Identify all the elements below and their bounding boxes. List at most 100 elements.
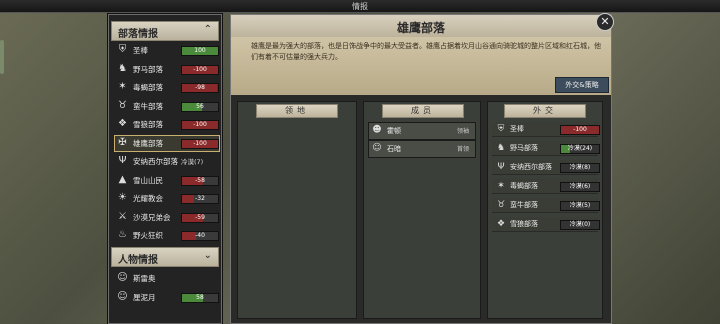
chevron-down-icon: ⌄	[203, 250, 212, 261]
antler-icon: Ψ	[497, 162, 505, 172]
person-list-item[interactable]: ☺ 斯雷奥	[115, 271, 219, 286]
scorpion-icon: ✶	[118, 81, 127, 92]
relation-value: -100	[193, 139, 207, 147]
relation-bar: -100	[560, 125, 600, 135]
bull-icon: ♉	[496, 200, 506, 210]
diplomacy-strategy-button[interactable]: 外交&策略	[555, 77, 609, 93]
tribe-list-item[interactable]: ⚔ 沙漠兄弟会 -59	[115, 210, 219, 225]
close-icon[interactable]: ✕	[596, 13, 614, 31]
tribe-name: 雪山山民	[133, 175, 163, 185]
relation-value: 100	[194, 47, 206, 54]
tribe-name: 圣棒	[133, 46, 148, 55]
person-icon: ☺	[117, 272, 128, 283]
tribe-title: 雄鹰部落	[396, 21, 445, 35]
tribe-name: 毒蝎部落	[133, 83, 163, 92]
member-item[interactable]: ☻ 霍顿 领袖	[368, 122, 476, 140]
relation-label: 冷漠(8)	[569, 164, 591, 171]
tribe-list-item[interactable]: ☀ 光耀教会 -32	[115, 191, 219, 206]
relation-bar: 冷漠(5)	[560, 201, 600, 211]
horse-icon: ♞	[118, 62, 127, 74]
relation-bar: -100	[181, 64, 219, 75]
diplomacy-item[interactable]: ❖ 雪狼部落 冷漠(0)	[492, 217, 600, 232]
person-list-item[interactable]: ☺ 厘泥月 58	[115, 290, 219, 305]
relation-value: -100	[193, 65, 207, 73]
shield-icon: ⛨	[497, 124, 505, 134]
tribe-list-item[interactable]: ✠ 雄鹰部落 -100	[114, 134, 220, 152]
member-item[interactable]: ☺ 石暗 首领	[368, 140, 476, 158]
tribes-section-header[interactable]: 部落情报 ⌃	[111, 21, 219, 41]
relation-bar: -58	[181, 175, 219, 186]
relation-bar: -40	[181, 231, 219, 241]
detail-header: 雄鹰部落	[231, 15, 611, 37]
wolf-icon: ❖	[118, 118, 127, 129]
diplomacy-item[interactable]: ⛨ 圣棒 -100	[492, 122, 600, 137]
tribe-detail-window: 雄鹰部落 雄鹰是最为强大的部落，也是日饰战争中的最大受益者。雄鹰占据着坎月山谷通…	[230, 14, 612, 324]
diplomacy-tribe-name: 蛮牛部落	[510, 201, 538, 209]
intel-sidebar: 部落情报 ⌃ ⛨ 圣棒 100 ♞ 野马部落 -100 ✶ 毒蝎部落 -98 ♉ 蛮牛部落 5…	[108, 14, 222, 324]
tribe-list-item[interactable]: ♨ 野火狂织 -40	[115, 228, 219, 243]
relation-value: 56	[196, 102, 204, 110]
tribe-name: 光耀教会	[133, 194, 163, 203]
tribe-list-item[interactable]: ▲ 雪山山民 -58	[115, 173, 219, 188]
member-name: 石暗	[387, 145, 401, 153]
relation-bar: 冷漠(24)	[560, 144, 600, 154]
member-name: 霍顿	[387, 127, 401, 135]
relation-label: 冷漠(0)	[569, 221, 591, 228]
relation-label: 冷漠(24)	[567, 145, 593, 152]
diplomacy-item[interactable]: ♉ 蛮牛部落 冷漠(5)	[492, 198, 600, 213]
diplomacy-item[interactable]: ✶ 毒蝎部落 冷漠(6)	[492, 179, 600, 194]
people-section-header[interactable]: 人物情报 ⌄	[111, 247, 219, 267]
relation-bar: -98	[181, 83, 219, 93]
territory-header: 领地	[256, 104, 338, 118]
fire-icon: ♨	[118, 229, 127, 240]
relation-bar: -100	[181, 138, 219, 149]
tribe-description-panel: 雄鹰是最为强大的部落，也是日饰战争中的最大受益者。雄鹰占据着坎月山谷通向骑驼城的…	[231, 37, 611, 95]
person-name: 斯雷奥	[133, 274, 156, 283]
members-header: 成员	[382, 104, 464, 118]
tribes-section-title: 部落情报	[118, 29, 158, 40]
tribe-list-item[interactable]: Ψ 安纳西尔部落 冷漠(7)	[115, 154, 219, 169]
diplomacy-tribe-name: 毒蝎部落	[510, 182, 538, 190]
tribe-name: 雪狼部落	[133, 120, 163, 129]
tribe-relation-label: 冷漠(7)	[181, 158, 204, 166]
diplomacy-item[interactable]: ♞ 野马部落 冷漠(24)	[492, 141, 600, 156]
tribe-list-item[interactable]: ⛨ 圣棒 100	[115, 43, 219, 58]
relation-bar: 冷漠(6)	[560, 182, 600, 192]
diplomacy-tribe-name: 野马部落	[510, 144, 538, 152]
diplomacy-item[interactable]: Ψ 安纳西尔部落 冷漠(8)	[492, 160, 600, 175]
wolf-icon: ❖	[496, 219, 506, 229]
scorpion-icon: ✶	[497, 181, 505, 191]
warrior-portrait-icon: ☺	[372, 143, 382, 153]
person-icon: ☺	[117, 291, 128, 302]
member-role: 领袖	[456, 128, 469, 135]
diplomacy-tribe-name: 圣棒	[510, 125, 524, 133]
window-title: 情报	[352, 2, 368, 11]
chief-portrait-icon: ☻	[372, 125, 382, 135]
tribe-list-item[interactable]: ✶ 毒蝎部落 -98	[115, 80, 219, 95]
tribe-list-item[interactable]: ♉ 蛮牛部落 56	[115, 99, 219, 114]
tribe-name: 蛮牛部落	[133, 101, 163, 111]
swords-icon: ⚔	[118, 210, 127, 222]
left-edge-tab[interactable]	[0, 40, 4, 74]
person-name: 厘泥月	[133, 293, 156, 302]
relation-bar: 冷漠(8)	[560, 163, 600, 173]
tribe-list-item[interactable]: ♞ 野马部落 -100	[115, 62, 219, 77]
relation-bar: -32	[181, 194, 219, 204]
tribe-name: 野马部落	[133, 64, 163, 74]
relation-label: 冷漠(6)	[569, 183, 591, 190]
relation-bar: 58	[181, 293, 219, 303]
relation-value: -32	[195, 195, 205, 202]
tribe-name: 野火狂织	[133, 231, 163, 240]
member-role: 首领	[456, 146, 469, 153]
relation-bar: 56	[181, 101, 219, 112]
diplomacy-tribe-name: 雪狼部落	[510, 220, 538, 228]
diplomacy-column: 外交 ⛨ 圣棒 -100 ♞ 野马部落 冷漠(24) Ψ 安纳西尔部落 冷漠(8) ✶ 毒蝎…	[487, 101, 603, 319]
relation-value: -40	[195, 232, 205, 239]
diplomacy-header: 外交	[504, 104, 586, 118]
tribe-description: 雄鹰是最为强大的部落，也是日饰战争中的最大受益者。雄鹰占据着坎月山谷通向骑驼城的…	[251, 42, 601, 61]
bull-icon: ♉	[118, 99, 127, 111]
people-section-title: 人物情报	[118, 255, 158, 266]
tribe-list-item[interactable]: ❖ 雪狼部落 -100	[115, 117, 219, 132]
chevron-up-icon: ⌃	[203, 24, 212, 35]
tribe-name: 沙漠兄弟会	[133, 212, 171, 222]
